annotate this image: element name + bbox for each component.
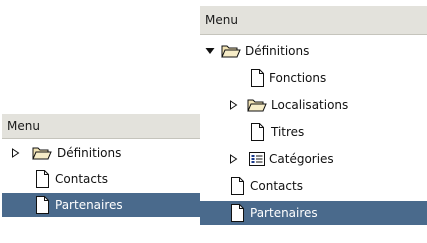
document-icon (247, 122, 267, 142)
tree-item-label: Partenaires (250, 206, 318, 220)
tree-item-label: Contacts (250, 179, 303, 193)
tree-item-contacts[interactable]: Contacts (200, 174, 427, 198)
menu-header: Menu (2, 114, 200, 139)
folder-open-icon (32, 143, 52, 163)
document-icon (247, 68, 267, 88)
tree-item-label: Partenaires (55, 198, 123, 212)
tree-item-fonctions[interactable]: Fonctions (200, 66, 427, 90)
folder-open-icon (247, 95, 267, 115)
tree-item-partenaires[interactable]: Partenaires (2, 193, 200, 217)
tree-item-label: Fonctions (269, 71, 327, 85)
list-category-icon (247, 149, 267, 169)
tree-item-localisations[interactable]: Localisations (200, 93, 427, 117)
document-icon (227, 203, 247, 223)
expand-arrow-icon[interactable] (227, 93, 239, 117)
tree-item-categories[interactable]: Catégories (200, 147, 427, 171)
menu-header: Menu (200, 6, 427, 35)
tree-item-definitions[interactable]: Définitions (200, 39, 427, 63)
document-icon (32, 169, 52, 189)
expand-arrow-icon[interactable] (227, 147, 239, 171)
tree-item-partenaires[interactable]: Partenaires (200, 201, 427, 225)
menu-panel-right: Menu Définitions Fonctions Localisations… (200, 6, 427, 243)
expand-arrow-icon[interactable] (9, 141, 21, 165)
tree-item-label: Catégories (269, 152, 334, 166)
document-icon (227, 176, 247, 196)
tree-item-label: Titres (271, 125, 305, 139)
tree-item-label: Contacts (55, 172, 108, 186)
tree-item-contacts[interactable]: Contacts (2, 167, 200, 191)
tree-item-label: Définitions (57, 146, 122, 160)
tree-item-label: Localisations (271, 98, 349, 112)
tree-item-titres[interactable]: Titres (200, 120, 427, 144)
folder-open-icon (221, 41, 241, 61)
tree-item-definitions[interactable]: Définitions (2, 141, 200, 165)
menu-panel-left: Menu Définitions Contacts Partenaires (2, 114, 200, 243)
collapse-arrow-icon[interactable] (204, 39, 216, 63)
tree-item-label: Définitions (245, 44, 310, 58)
document-icon (32, 195, 52, 215)
